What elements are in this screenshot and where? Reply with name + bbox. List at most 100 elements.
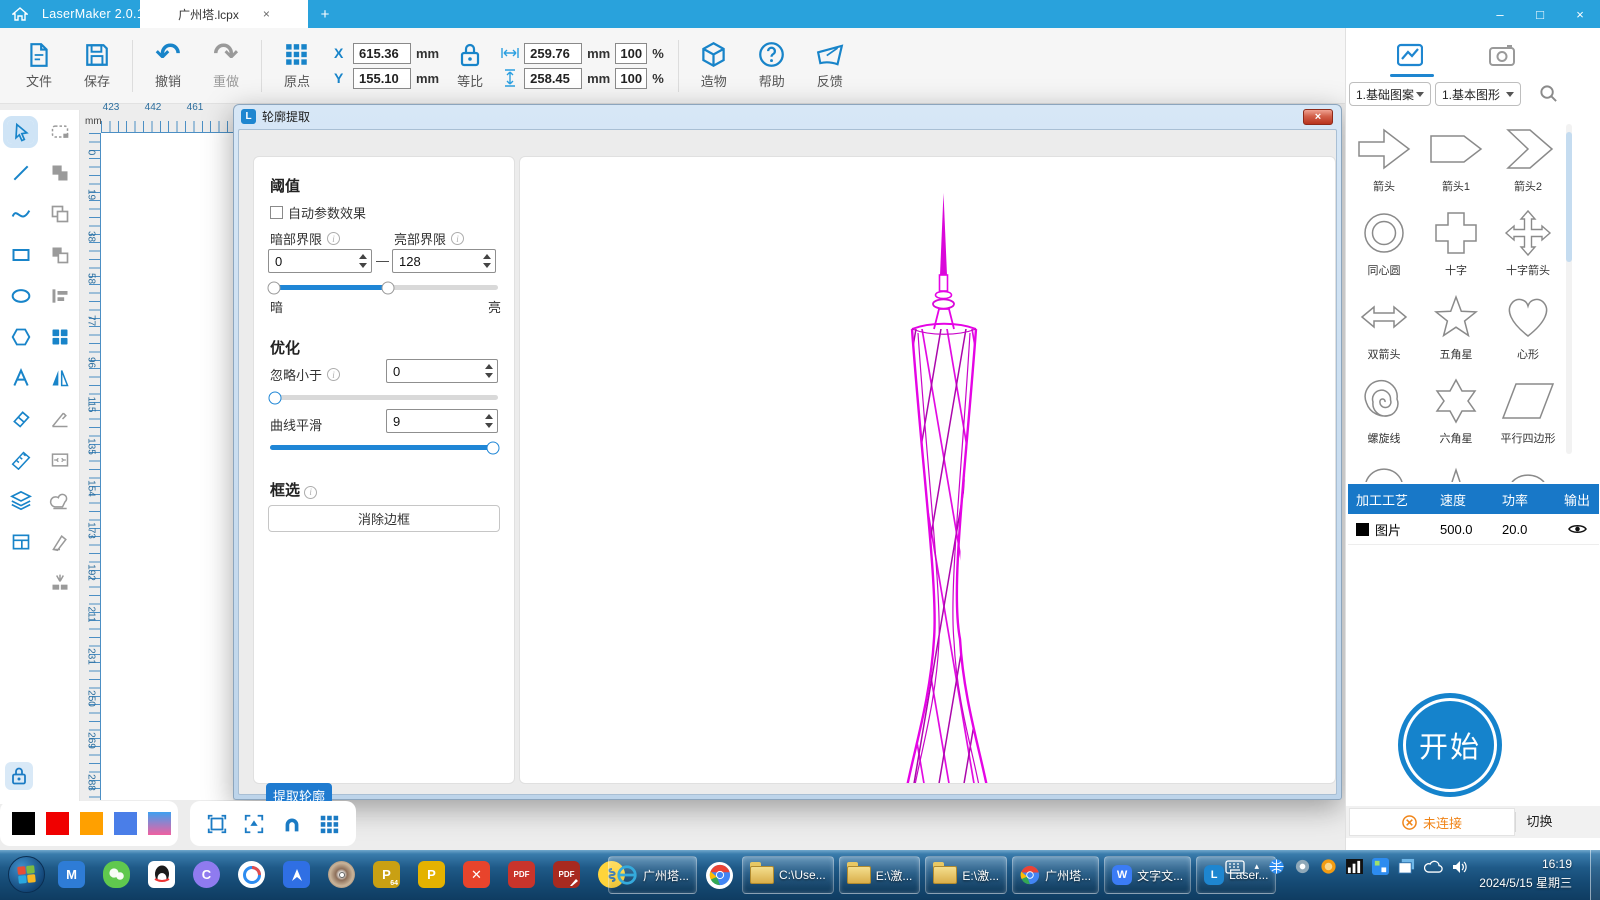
height-percent-input[interactable]: 100: [615, 68, 647, 89]
smooth-input[interactable]: 9: [386, 409, 498, 433]
eraser-tool[interactable]: [7, 407, 34, 431]
home-icon[interactable]: [12, 7, 28, 21]
shape-dropdown[interactable]: 1.基本图形: [1435, 82, 1521, 106]
canvas[interactable]: [101, 133, 233, 800]
rectangle-tool[interactable]: [7, 243, 34, 267]
chrome-icon[interactable]: [704, 858, 735, 893]
bright-slider-knob[interactable]: [382, 281, 395, 294]
swatch-orange[interactable]: [80, 812, 103, 835]
taskbar-folder-e1[interactable]: E:\激...: [839, 856, 921, 894]
security-lion-icon[interactable]: [1320, 858, 1337, 875]
start-button[interactable]: 开始: [1398, 693, 1502, 797]
remove-border-button[interactable]: 消除边框: [268, 505, 500, 532]
shape-cross[interactable]: 十字: [1420, 198, 1492, 282]
ignore-input[interactable]: 0: [386, 359, 498, 383]
pdf-reader-icon[interactable]: PDF: [506, 857, 537, 892]
spinner-arrows[interactable]: [481, 360, 497, 382]
magnet-snap-button[interactable]: [281, 813, 303, 835]
tab-patterns[interactable]: [1390, 38, 1430, 72]
frame-preview-button[interactable]: [206, 813, 228, 835]
union-tool[interactable]: [46, 161, 73, 185]
taskbar-wps-doc[interactable]: W 文字文...: [1104, 856, 1191, 894]
start-button-windows[interactable]: [8, 856, 45, 893]
auto-param-checkbox[interactable]: [270, 206, 283, 219]
ellipse-tool[interactable]: [7, 284, 34, 308]
settings-gear-icon[interactable]: [1294, 858, 1311, 875]
array-tool[interactable]: [46, 325, 73, 349]
shape-double-arrow[interactable]: 双箭头: [1348, 282, 1420, 366]
tray-expand-icon[interactable]: ▴: [1254, 861, 1259, 872]
new-tab-button[interactable]: +: [312, 0, 338, 28]
shape-heart[interactable]: 心形: [1492, 282, 1564, 366]
swatch-red[interactable]: [46, 812, 69, 835]
create-button[interactable]: 造物: [685, 41, 743, 90]
network-globe-icon[interactable]: [1268, 858, 1285, 875]
lock-ratio-button[interactable]: 等比: [447, 42, 493, 90]
chart-bars-icon[interactable]: [1346, 859, 1363, 874]
y-input[interactable]: 155.10: [353, 68, 411, 89]
width-percent-input[interactable]: 100: [615, 43, 647, 64]
paste-tool[interactable]: [46, 243, 73, 267]
app-arrow-icon[interactable]: [281, 857, 312, 892]
dark-limit-input[interactable]: 0: [268, 249, 372, 273]
save-button[interactable]: 保存: [68, 42, 126, 90]
file-button[interactable]: 文件: [10, 42, 68, 90]
show-desktop-button[interactable]: [1590, 850, 1600, 900]
windows-layers-icon[interactable]: [1398, 858, 1415, 875]
capture-button[interactable]: [243, 813, 265, 835]
scrollbar-thumb[interactable]: [1566, 132, 1572, 262]
shape-parallelogram[interactable]: 平行四边形: [1492, 366, 1564, 450]
disc-icon[interactable]: [326, 857, 357, 892]
dialog-titlebar[interactable]: L 轮廓提取 ×: [234, 105, 1341, 128]
table-row[interactable]: 图片 500.0 20.0: [1348, 514, 1599, 545]
pdf-editor-icon[interactable]: PDF: [551, 857, 582, 892]
weld-tool[interactable]: [46, 489, 73, 513]
taskbar-folder-c[interactable]: C:\Use...: [742, 856, 834, 894]
app-p-icon[interactable]: P: [416, 857, 447, 892]
cloud-icon[interactable]: [1424, 860, 1443, 873]
table-tool[interactable]: [7, 530, 34, 554]
swatch-gradient[interactable]: [148, 812, 171, 835]
align-tool[interactable]: [46, 284, 73, 308]
spinner-arrows[interactable]: [355, 250, 371, 272]
clock[interactable]: 16:19 2024/5/15 星期三: [1479, 855, 1572, 893]
shape-arrow[interactable]: 箭头: [1348, 114, 1420, 198]
swatch-blue[interactable]: [114, 812, 137, 835]
dark-slider-knob[interactable]: [268, 281, 281, 294]
dialog-close-button[interactable]: ×: [1303, 109, 1333, 125]
layers-tool[interactable]: [7, 489, 34, 513]
tab-camera[interactable]: [1482, 38, 1522, 72]
app-m-icon[interactable]: M: [56, 857, 87, 892]
origin-button[interactable]: 原点: [268, 42, 326, 90]
marquee-tool[interactable]: [46, 120, 73, 144]
minimize-button[interactable]: –: [1480, 0, 1520, 28]
width-input[interactable]: 259.76: [524, 43, 582, 64]
mirror-tool[interactable]: [46, 366, 73, 390]
smooth-slider-knob[interactable]: [487, 441, 500, 454]
shape-arrow2[interactable]: 箭头2: [1492, 114, 1564, 198]
polygon-tool[interactable]: [7, 325, 34, 349]
volume-icon[interactable]: [1452, 860, 1468, 874]
swatch-black[interactable]: [12, 812, 35, 835]
feedback-button[interactable]: 反馈: [801, 41, 859, 90]
maximize-button[interactable]: □: [1520, 0, 1560, 28]
x-input[interactable]: 615.36: [353, 43, 411, 64]
angle-tool[interactable]: [46, 407, 73, 431]
tab-close-icon[interactable]: ×: [263, 7, 270, 21]
preview-pane[interactable]: 图行天下 photophoto.cn No.202010122055160015…: [519, 156, 1336, 784]
smooth-slider[interactable]: [270, 445, 498, 450]
shape-concentric-circle[interactable]: 同心圆: [1348, 198, 1420, 282]
app-p64-icon[interactable]: P64: [371, 857, 402, 892]
app-c-icon[interactable]: C: [191, 857, 222, 892]
shape-spiral[interactable]: 螺旋线: [1348, 366, 1420, 450]
threshold-slider[interactable]: [270, 285, 498, 290]
keyboard-icon[interactable]: [1225, 860, 1245, 874]
layer-color-swatch[interactable]: [1356, 523, 1369, 536]
shape-scrollbar[interactable]: [1566, 124, 1572, 454]
help-button[interactable]: 帮助: [743, 41, 801, 90]
shape-star6[interactable]: 六角星: [1420, 366, 1492, 450]
taskbar-chrome-guangzhou[interactable]: 广州塔...: [1012, 856, 1099, 894]
center-tool[interactable]: [46, 448, 73, 472]
ignore-slider[interactable]: [270, 395, 498, 400]
spinner-arrows[interactable]: [481, 410, 497, 432]
